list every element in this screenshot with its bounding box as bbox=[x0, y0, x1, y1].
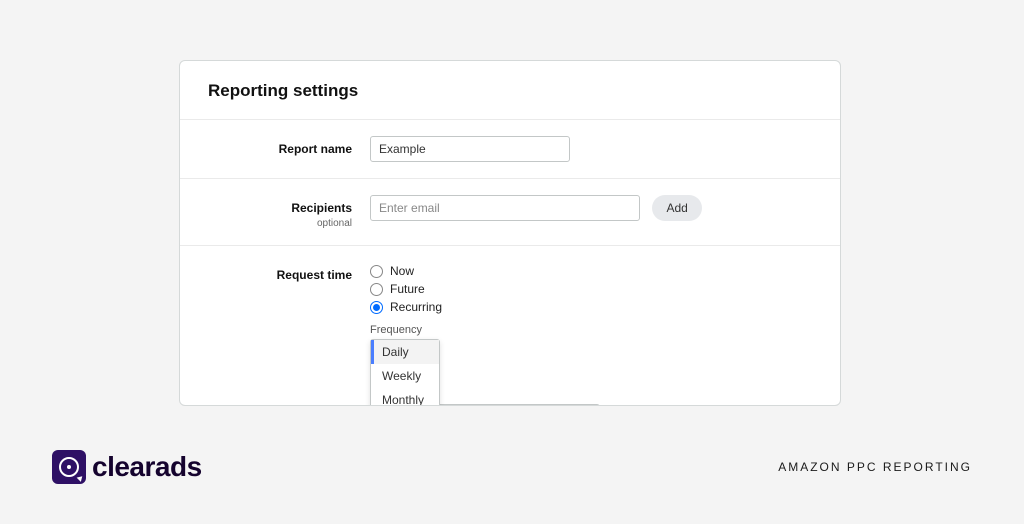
label-col: Request time bbox=[260, 262, 370, 284]
radio-label: Future bbox=[390, 282, 425, 296]
reporting-settings-panel: Reporting settings Report name Recipient… bbox=[179, 60, 841, 406]
footer: clearads AMAZON PPC REPORTING bbox=[0, 450, 1024, 484]
label-request-time: Request time bbox=[277, 268, 352, 282]
label-col: Recipients optional bbox=[260, 195, 370, 229]
report-name-input[interactable] bbox=[370, 136, 570, 162]
radio-label: Recurring bbox=[390, 300, 442, 314]
radio-label: Now bbox=[390, 264, 414, 278]
label-report-name: Report name bbox=[279, 142, 352, 156]
clearads-logo-icon bbox=[52, 450, 86, 484]
frequency-label: Frequency bbox=[370, 324, 812, 336]
field-col: Now Future Recurring Frequency mber 2023 bbox=[370, 262, 812, 406]
frequency-option-monthly[interactable]: Monthly bbox=[371, 388, 439, 406]
panel-title: Reporting settings bbox=[180, 61, 840, 120]
label-recipients: Recipients bbox=[291, 201, 352, 215]
request-time-radio-group: Now Future Recurring bbox=[370, 262, 812, 314]
field-col bbox=[370, 136, 812, 162]
footer-tagline: AMAZON PPC REPORTING bbox=[778, 460, 972, 474]
brand-name: clearads bbox=[92, 451, 202, 483]
row-request-time: Request time Now Future Recurring bbox=[180, 246, 840, 406]
frequency-option-weekly[interactable]: Weekly bbox=[371, 364, 439, 388]
radio-dot-icon bbox=[373, 304, 380, 311]
radio-circle-icon bbox=[370, 283, 383, 296]
recipients-email-input[interactable] bbox=[370, 195, 640, 221]
radio-option-recurring[interactable]: Recurring bbox=[370, 300, 812, 314]
radio-circle-checked-icon bbox=[370, 301, 383, 314]
brand-logo: clearads bbox=[52, 450, 202, 484]
row-report-name: Report name bbox=[180, 120, 840, 179]
radio-circle-icon bbox=[370, 265, 383, 278]
add-recipient-button[interactable]: Add bbox=[652, 195, 701, 221]
field-col: Add bbox=[370, 195, 812, 221]
radio-option-future[interactable]: Future bbox=[370, 282, 812, 296]
row-recipients: Recipients optional Add bbox=[180, 179, 840, 246]
frequency-dropdown[interactable]: Daily Weekly Monthly bbox=[370, 339, 440, 406]
frequency-area: Frequency mber 2023 Daily Weekly Monthly bbox=[370, 324, 812, 406]
frequency-option-daily[interactable]: Daily bbox=[371, 340, 439, 364]
label-col: Report name bbox=[260, 136, 370, 158]
radio-option-now[interactable]: Now bbox=[370, 264, 812, 278]
label-recipients-optional: optional bbox=[260, 218, 352, 229]
